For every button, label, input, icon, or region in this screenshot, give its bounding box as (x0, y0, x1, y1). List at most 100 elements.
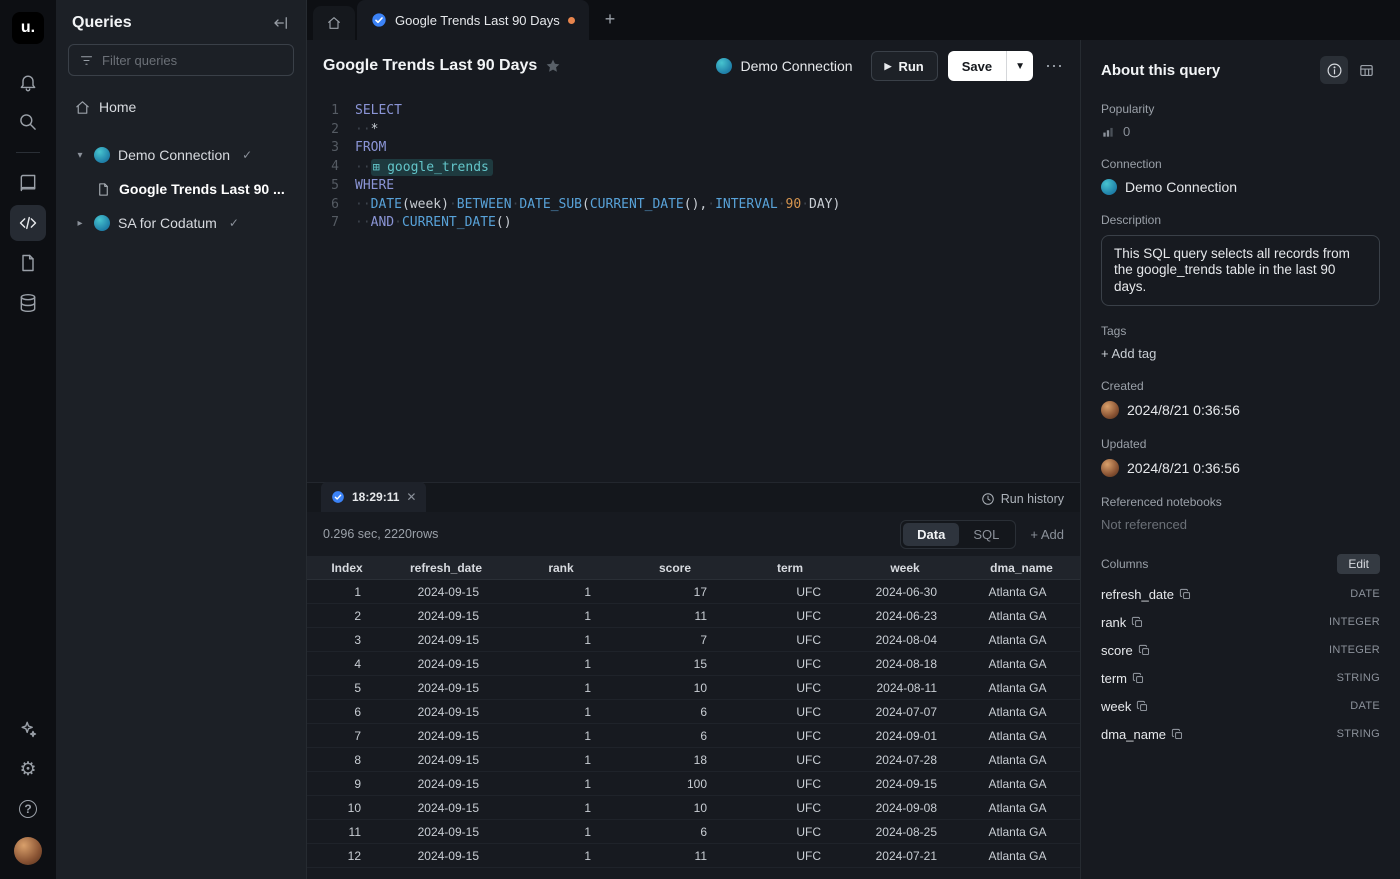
column-meta-row[interactable]: termSTRING (1101, 664, 1380, 692)
connection-label: Demo Connection (118, 147, 230, 163)
table-cell: 1 (505, 633, 617, 647)
copy-icon[interactable] (1179, 588, 1192, 601)
view-tab-data[interactable]: Data (903, 523, 959, 546)
table-row[interactable]: 72024-09-1516UFC2024-09-01Atlanta GA (307, 724, 1080, 748)
notebooks-button[interactable] (10, 245, 46, 281)
home-tab[interactable] (313, 6, 355, 40)
docs-button[interactable] (10, 165, 46, 201)
table-row[interactable]: 32024-09-1517UFC2024-08-04Atlanta GA (307, 628, 1080, 652)
column-name: rank (1101, 615, 1126, 630)
table-row[interactable]: 62024-09-1516UFC2024-07-07Atlanta GA (307, 700, 1080, 724)
run-history-button[interactable]: Run history (981, 492, 1080, 512)
table-row[interactable]: 122024-09-15111UFC2024-07-21Atlanta GA (307, 844, 1080, 868)
table-row[interactable]: 112024-09-1516UFC2024-08-25Atlanta GA (307, 820, 1080, 844)
info-tab-button[interactable] (1320, 56, 1348, 84)
description-field[interactable]: This SQL query selects all records from … (1101, 235, 1380, 306)
close-icon[interactable]: ✕ (406, 490, 416, 504)
column-meta-row[interactable]: rankINTEGER (1101, 608, 1380, 636)
column-header[interactable]: week (847, 561, 963, 575)
table-cell: 10 (617, 801, 733, 815)
filter-queries-input[interactable] (102, 53, 283, 68)
home-icon (326, 15, 342, 31)
code-line[interactable]: 1SELECT (307, 102, 1080, 121)
table-row[interactable]: 52024-09-15110UFC2024-08-11Atlanta GA (307, 676, 1080, 700)
table-cell: 1 (505, 729, 617, 743)
more-options-button[interactable]: ⋯ (1045, 56, 1064, 77)
query-label: Google Trends Last 90 ... (119, 181, 285, 197)
column-header[interactable]: dma_name (963, 561, 1080, 575)
save-button[interactable]: Save (948, 51, 1006, 81)
table-row[interactable]: 92024-09-151100UFC2024-09-15Atlanta GA (307, 772, 1080, 796)
copy-icon[interactable] (1138, 644, 1151, 657)
column-meta-row[interactable]: refresh_dateDATE (1101, 580, 1380, 608)
column-header[interactable]: refresh_date (387, 561, 505, 575)
created-label: Created (1101, 379, 1380, 393)
connections-button[interactable] (10, 285, 46, 321)
code-line[interactable]: 7··AND·CURRENT_DATE() (307, 214, 1080, 233)
table-row[interactable]: 12024-09-15117UFC2024-06-30Atlanta GA (307, 580, 1080, 604)
table-cell: 1 (505, 753, 617, 767)
column-meta-row[interactable]: scoreINTEGER (1101, 636, 1380, 664)
chevron-down-icon[interactable]: ▾ (74, 150, 86, 161)
search-button[interactable] (10, 104, 46, 140)
table-row[interactable]: 22024-09-15111UFC2024-06-23Atlanta GA (307, 604, 1080, 628)
code-line[interactable]: 3FROM (307, 139, 1080, 158)
column-meta-row[interactable]: weekDATE (1101, 692, 1380, 720)
table-row[interactable]: 42024-09-15115UFC2024-08-18Atlanta GA (307, 652, 1080, 676)
settings-button[interactable]: ⚙ (10, 751, 46, 787)
sidebar-item-demo-connection[interactable]: ▾ Demo Connection ✓ (68, 138, 294, 172)
sidebar-item-sa-for-codatum[interactable]: ▸ SA for Codatum ✓ (68, 206, 294, 240)
notifications-button[interactable] (10, 64, 46, 100)
ai-assistant-button[interactable] (10, 711, 46, 747)
created-timestamp: 2024/8/21 0:36:56 (1127, 402, 1240, 418)
code-line[interactable]: 2··* (307, 121, 1080, 140)
view-tab-sql[interactable]: SQL (959, 523, 1013, 546)
run-result-tab[interactable]: 18:29:11 ✕ (321, 482, 426, 512)
table-cell: UFC (733, 585, 847, 599)
save-dropdown-button[interactable]: ▼ (1007, 51, 1033, 81)
connection-value[interactable]: Demo Connection (1101, 179, 1380, 195)
sql-token: 90 (786, 197, 802, 212)
edit-columns-button[interactable]: Edit (1337, 554, 1380, 574)
table-cell: 7 (617, 633, 733, 647)
filter-queries-box[interactable] (68, 44, 294, 76)
user-avatar[interactable] (14, 837, 42, 865)
code-line[interactable]: 5WHERE (307, 177, 1080, 196)
app-logo[interactable]: u. (12, 12, 44, 44)
add-tag-button[interactable]: + Add tag (1101, 346, 1156, 361)
code-line[interactable]: 6··DATE(week)·BETWEEN·DATE_SUB(CURRENT_D… (307, 196, 1080, 215)
sidebar-item-home[interactable]: Home (68, 90, 294, 124)
code-line[interactable]: 4··google_trends (307, 158, 1080, 178)
copy-icon[interactable] (1136, 700, 1149, 713)
new-tab-button[interactable]: + (589, 9, 632, 40)
run-button[interactable]: ▶ Run (871, 51, 938, 81)
sql-editor[interactable]: 1SELECT2··*3FROM4··google_trends5WHERE6·… (307, 92, 1080, 482)
connection-selector[interactable]: Demo Connection (716, 58, 852, 74)
schema-tab-button[interactable] (1352, 56, 1380, 84)
help-button[interactable]: ? (10, 791, 46, 827)
copy-icon[interactable] (1132, 672, 1145, 685)
tab-google-trends[interactable]: Google Trends Last 90 Days (357, 0, 589, 40)
table-row[interactable]: 102024-09-15110UFC2024-09-08Atlanta GA (307, 796, 1080, 820)
copy-icon[interactable] (1131, 616, 1144, 629)
copy-icon[interactable] (1171, 728, 1184, 741)
column-header[interactable]: Index (307, 561, 387, 575)
table-cell: 2024-09-15 (387, 729, 505, 743)
column-header[interactable]: score (617, 561, 733, 575)
table-cell: UFC (733, 825, 847, 839)
table-cell: UFC (733, 753, 847, 767)
table-cell: 2024-06-23 (847, 609, 963, 623)
star-icon[interactable] (545, 58, 561, 74)
columns-label: Columns (1101, 557, 1148, 571)
column-header[interactable]: rank (505, 561, 617, 575)
column-meta-row[interactable]: dma_nameSTRING (1101, 720, 1380, 748)
sidebar-item-google-trends-query[interactable]: Google Trends Last 90 ... (68, 172, 294, 206)
chevron-right-icon[interactable]: ▸ (74, 218, 86, 229)
column-header[interactable]: term (733, 561, 847, 575)
queries-nav-button[interactable] (10, 205, 46, 241)
add-view-button[interactable]: + Add (1030, 527, 1064, 542)
table-row[interactable]: 82024-09-15118UFC2024-07-28Atlanta GA (307, 748, 1080, 772)
connection-icon (716, 58, 732, 74)
collapse-sidebar-button[interactable] (272, 14, 290, 32)
sql-token: SELECT (355, 103, 402, 118)
